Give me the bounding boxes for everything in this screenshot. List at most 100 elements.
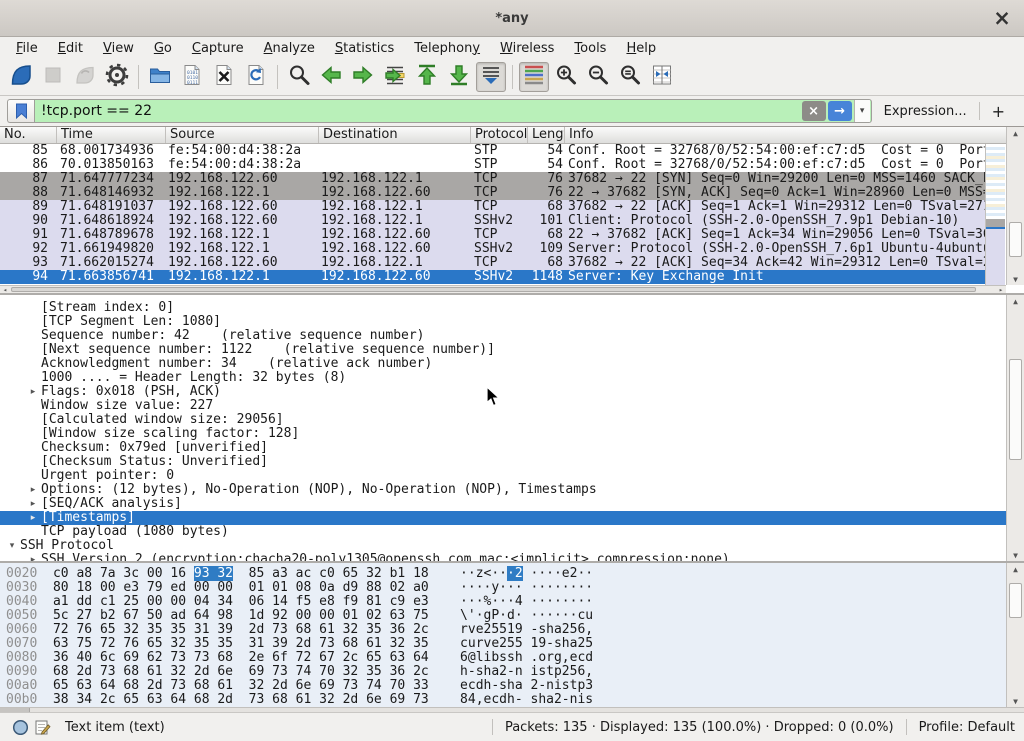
column-header-no[interactable]: No. [0, 127, 57, 143]
go-first-packet-button[interactable] [412, 62, 442, 92]
filter-dropdown-button[interactable]: ▾ [854, 100, 870, 122]
go-forward-button[interactable] [348, 62, 378, 92]
detail-line[interactable]: Acknowledgment number: 34 (relative ack … [0, 357, 1024, 371]
scroll-up-icon[interactable]: ▲ [1007, 563, 1024, 575]
expander-right-icon[interactable]: ▸ [25, 553, 41, 561]
find-packet-button[interactable] [284, 62, 314, 92]
detail-line[interactable]: ▸SSH Version 2 (encryption:chacha20-poly… [0, 553, 1024, 561]
bytes-vscrollbar[interactable]: ▲ ▼ [1006, 563, 1024, 707]
scroll-down-icon[interactable]: ▼ [1007, 273, 1024, 285]
menu-telephony[interactable]: Telephony [404, 40, 490, 57]
hex-row-0040[interactable]: 0040 a1 dd c1 25 00 00 04 34 06 14 f5 e8… [6, 595, 1024, 609]
packet-row-86[interactable]: 8670.013850163fe:54:00:d4:38:2aSTP54Conf… [0, 158, 985, 172]
hex-row-0090[interactable]: 0090 68 2d 73 68 61 32 2d 6e 69 73 74 70… [6, 665, 1024, 679]
go-back-button[interactable] [316, 62, 346, 92]
packet-row-93[interactable]: 9371.662015274192.168.122.60192.168.122.… [0, 256, 985, 270]
detail-line[interactable]: Sequence number: 42 (relative sequence n… [0, 329, 1024, 343]
detail-line[interactable]: [Calculated window size: 29056] [0, 413, 1024, 427]
menu-capture[interactable]: Capture [182, 40, 254, 57]
menu-file[interactable]: File [6, 40, 48, 57]
filter-bookmark-button[interactable] [7, 99, 34, 123]
detail-line[interactable]: ▸Flags: 0x018 (PSH, ACK) [0, 385, 1024, 399]
titlebar[interactable]: *any × [0, 0, 1024, 37]
close-file-button[interactable] [209, 62, 239, 92]
save-file-button[interactable]: 010101100111 [177, 62, 207, 92]
expander-right-icon[interactable]: ▸ [25, 385, 41, 399]
details-vscrollbar[interactable]: ▲ ▼ [1006, 295, 1024, 561]
bytes-hscrollbar[interactable] [0, 707, 1024, 712]
packet-row-92[interactable]: 9271.661949820192.168.122.1192.168.122.6… [0, 242, 985, 256]
bytes-hscroll-thumb[interactable] [0, 708, 30, 712]
expert-info-button[interactable] [9, 716, 31, 738]
filter-expression-button[interactable]: Expression... [872, 104, 979, 119]
packet-list-vscroll-thumb[interactable] [1009, 222, 1022, 257]
column-header-info[interactable]: Info [565, 127, 1006, 143]
profile-status[interactable]: Profile: Default [911, 720, 1015, 735]
detail-line[interactable]: [Window size scaling factor: 128] [0, 427, 1024, 441]
go-to-packet-button[interactable] [380, 62, 410, 92]
detail-line[interactable]: TCP payload (1080 bytes) [0, 525, 1024, 539]
stop-capture-button[interactable] [38, 62, 68, 92]
packet-list-vscrollbar[interactable]: ▲ ▼ [1006, 127, 1024, 285]
auto-scroll-toggle[interactable] [476, 62, 506, 92]
menu-edit[interactable]: Edit [48, 40, 93, 57]
column-header-source[interactable]: Source [166, 127, 319, 143]
detail-line[interactable]: ▾SSH Protocol [0, 539, 1024, 553]
scroll-up-icon[interactable]: ▲ [1007, 127, 1024, 139]
menu-analyze[interactable]: Analyze [254, 40, 325, 57]
detail-line[interactable]: [Stream index: 0] [0, 301, 1024, 315]
zoom-out-button[interactable] [583, 62, 613, 92]
scroll-left-icon[interactable]: ◂ [0, 286, 10, 293]
detail-line[interactable]: Checksum: 0x79ed [unverified] [0, 441, 1024, 455]
column-header-time[interactable]: Time [57, 127, 166, 143]
open-file-button[interactable] [145, 62, 175, 92]
filter-clear-button[interactable]: × [802, 101, 826, 121]
packet-list-hscroll-thumb[interactable] [11, 287, 976, 292]
scroll-down-icon[interactable]: ▼ [1007, 695, 1024, 707]
resize-columns-button[interactable] [647, 62, 677, 92]
column-header-destination[interactable]: Destination [319, 127, 471, 143]
capture-options-button[interactable] [102, 62, 132, 92]
details-vscroll-thumb[interactable] [1009, 359, 1022, 460]
scroll-up-icon[interactable]: ▲ [1007, 295, 1024, 307]
packet-row-89[interactable]: 8971.648191037192.168.122.60192.168.122.… [0, 200, 985, 214]
packet-row-87[interactable]: 8771.647777234192.168.122.60192.168.122.… [0, 172, 985, 186]
hex-row-00b0[interactable]: 00b0 38 34 2c 65 63 64 68 2d 73 68 61 32… [6, 693, 1024, 707]
hex-row-0050[interactable]: 0050 5c 27 b2 67 50 ad 64 98 1d 92 00 00… [6, 609, 1024, 623]
expander-down-icon[interactable]: ▾ [4, 539, 20, 553]
expander-right-icon[interactable]: ▸ [25, 483, 41, 497]
hex-row-0020[interactable]: 0020 c0 a8 7a 3c 00 16 93 32 85 a3 ac c0… [6, 567, 1024, 581]
detail-line[interactable]: ▸[SEQ/ACK analysis] [0, 497, 1024, 511]
detail-line[interactable]: 1000 .... = Header Length: 32 bytes (8) [0, 371, 1024, 385]
scroll-right-icon[interactable]: ▸ [996, 286, 1006, 293]
packet-list-hscrollbar[interactable]: ◂ ▸ [0, 285, 1006, 293]
filter-add-button[interactable]: + [980, 102, 1017, 121]
capture-comment-button[interactable] [31, 716, 53, 738]
packet-row-85[interactable]: 8568.001734936fe:54:00:d4:38:2aSTP54Conf… [0, 144, 985, 158]
menu-statistics[interactable]: Statistics [325, 40, 404, 57]
hex-row-0060[interactable]: 0060 72 76 65 32 35 35 31 39 2d 73 68 61… [6, 623, 1024, 637]
detail-line[interactable]: [TCP Segment Len: 1080] [0, 315, 1024, 329]
detail-line[interactable]: [Next sequence number: 1122 (relative se… [0, 343, 1024, 357]
bytes-vscroll-thumb[interactable] [1009, 583, 1022, 618]
start-capture-button[interactable] [6, 62, 36, 92]
packet-row-94[interactable]: 9471.663856741192.168.122.1192.168.122.6… [0, 270, 985, 284]
menu-view[interactable]: View [93, 40, 144, 57]
packet-row-90[interactable]: 9071.648618924192.168.122.60192.168.122.… [0, 214, 985, 228]
filter-apply-button[interactable]: → [828, 101, 852, 121]
close-window-button[interactable]: × [990, 6, 1014, 30]
hex-row-0070[interactable]: 0070 63 75 72 76 65 32 35 35 31 39 2d 73… [6, 637, 1024, 651]
go-last-packet-button[interactable] [444, 62, 474, 92]
detail-line[interactable]: ▸Options: (12 bytes), No-Operation (NOP)… [0, 483, 1024, 497]
menu-tools[interactable]: Tools [564, 40, 616, 57]
menu-help[interactable]: Help [616, 40, 666, 57]
detail-line[interactable]: Window size value: 227 [0, 399, 1024, 413]
zoom-in-button[interactable] [551, 62, 581, 92]
hex-row-0030[interactable]: 0030 80 18 00 e3 79 ed 00 00 01 01 08 0a… [6, 581, 1024, 595]
display-filter-input[interactable]: !tcp.port == 22 × → ▾ [34, 99, 872, 123]
expander-right-icon[interactable]: ▸ [25, 511, 41, 525]
detail-line[interactable]: [Checksum Status: Unverified] [0, 455, 1024, 469]
hex-row-00a0[interactable]: 00a0 65 63 64 68 2d 73 68 61 32 2d 6e 69… [6, 679, 1024, 693]
menu-wireless[interactable]: Wireless [490, 40, 564, 57]
column-header-length[interactable]: Length [528, 127, 565, 143]
